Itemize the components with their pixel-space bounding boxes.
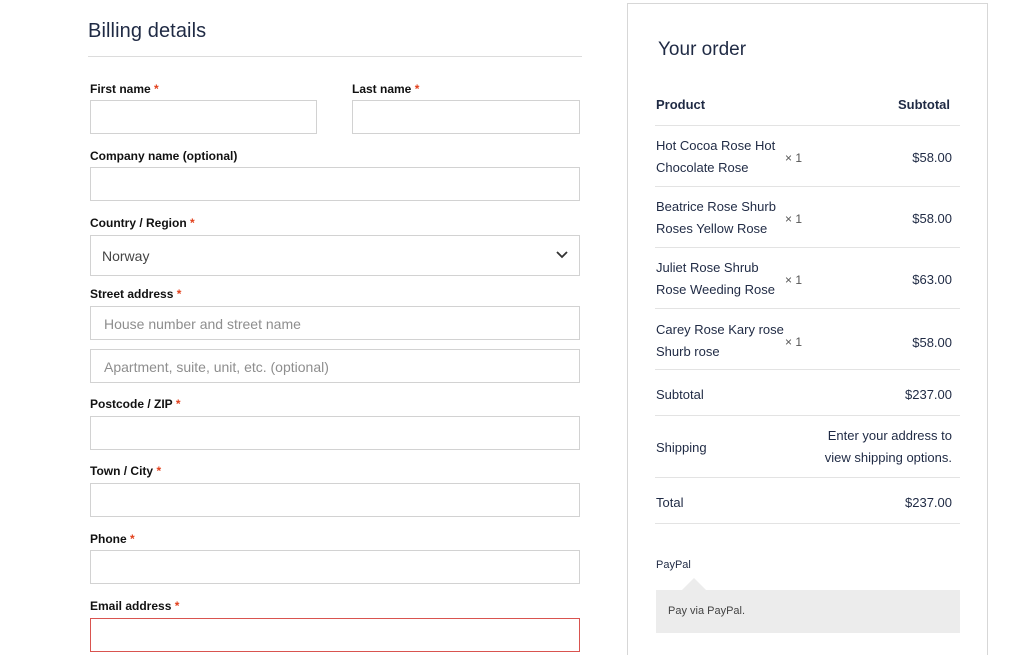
- product-subtotal: $58.00: [912, 211, 952, 226]
- divider: [88, 56, 582, 57]
- product-quantity: × 1: [785, 151, 803, 165]
- shipping-row: Shipping Enter your address to view ship…: [655, 416, 960, 478]
- street-address-2-field[interactable]: Apartment, suite, unit, etc. (optional): [90, 349, 580, 383]
- city-label: Town / City *: [90, 464, 161, 478]
- country-label: Country / Region *: [90, 216, 195, 230]
- last-name-label: Last name *: [352, 82, 419, 96]
- cart-subtotal-value: $237.00: [905, 387, 952, 402]
- email-label: Email address *: [90, 599, 179, 613]
- product-quantity: × 1: [785, 273, 803, 287]
- product-subtotal: $58.00: [912, 335, 952, 350]
- last-name-label-text: Last name: [352, 82, 412, 96]
- order-table-header: Product Subtotal: [655, 84, 960, 126]
- payment-box: Pay via PayPal.: [656, 590, 960, 633]
- required-marker: *: [130, 532, 135, 546]
- order-item-row: Beatrice Rose Shurb Roses Yellow Rose × …: [655, 187, 960, 248]
- first-name-label-text: First name: [90, 82, 151, 96]
- postcode-label: Postcode / ZIP *: [90, 397, 180, 411]
- country-select[interactable]: Norway: [90, 235, 580, 276]
- product-subtotal: $63.00: [912, 272, 952, 287]
- subtotal-column-header: Subtotal: [898, 97, 950, 112]
- street-address-field[interactable]: House number and street name: [90, 306, 580, 340]
- street-address-2-placeholder: Apartment, suite, unit, etc. (optional): [104, 359, 329, 375]
- payment-description: Pay via PayPal.: [668, 605, 746, 617]
- email-field[interactable]: [90, 618, 580, 652]
- email-label-text: Email address: [90, 599, 172, 613]
- product-name: Juliet Rose Shrub Rose Weeding Rose: [656, 260, 775, 297]
- payment-method-paypal[interactable]: PayPal: [656, 559, 691, 571]
- order-item-row: Juliet Rose Shrub Rose Weeding Rose × 1 …: [655, 248, 960, 309]
- city-label-text: Town / City: [90, 464, 154, 478]
- required-marker: *: [156, 464, 162, 478]
- product-name: Hot Cocoa Rose Hot Chocolate Rose: [656, 138, 776, 175]
- country-label-text: Country / Region: [90, 216, 187, 230]
- order-item-row: Hot Cocoa Rose Hot Chocolate Rose × 1 $5…: [655, 126, 960, 187]
- cart-subtotal-row: Subtotal $237.00: [655, 370, 960, 416]
- chevron-down-icon: [556, 251, 568, 259]
- order-total-label: Total: [656, 495, 684, 510]
- required-marker: *: [174, 599, 180, 613]
- product-name: Beatrice Rose Shurb Roses Yellow Rose: [656, 199, 776, 236]
- payment-box-pointer: [682, 578, 706, 590]
- billing-title: Billing details: [88, 20, 207, 42]
- required-marker: *: [190, 216, 195, 230]
- city-field[interactable]: [90, 483, 580, 517]
- company-label: Company name (optional): [90, 149, 238, 163]
- product-quantity: × 1: [785, 212, 803, 226]
- order-title: Your order: [658, 39, 747, 60]
- street-address-label: Street address *: [90, 287, 181, 301]
- street-address-label-text: Street address: [90, 287, 174, 301]
- phone-field[interactable]: [90, 550, 580, 584]
- country-select-value: Norway: [102, 248, 150, 264]
- product-subtotal: $58.00: [912, 150, 952, 165]
- phone-label: Phone *: [90, 532, 135, 546]
- postcode-field[interactable]: [90, 416, 580, 450]
- product-name: Carey Rose Kary rose Shurb rose: [656, 322, 784, 359]
- required-marker: *: [176, 287, 182, 301]
- required-marker: *: [154, 82, 159, 96]
- shipping-note: Enter your address to view shipping opti…: [824, 428, 952, 465]
- product-column-header: Product: [656, 97, 706, 112]
- required-marker: *: [414, 82, 420, 96]
- cart-subtotal-label: Subtotal: [656, 387, 704, 402]
- order-total-value: $237.00: [905, 495, 952, 510]
- phone-label-text: Phone: [90, 532, 127, 546]
- company-field[interactable]: [90, 167, 580, 201]
- order-total-row: Total $237.00: [655, 478, 960, 524]
- order-item-row: Carey Rose Kary rose Shurb rose × 1 $58.…: [655, 309, 960, 370]
- order-review-panel: Your order Product Subtotal Hot Cocoa Ro…: [627, 3, 988, 655]
- street-address-placeholder: House number and street name: [104, 316, 301, 332]
- first-name-field[interactable]: [90, 100, 317, 134]
- last-name-field[interactable]: [352, 100, 580, 134]
- shipping-label: Shipping: [656, 440, 707, 455]
- required-marker: *: [175, 397, 181, 411]
- product-quantity: × 1: [785, 335, 803, 349]
- first-name-label: First name *: [90, 82, 159, 96]
- postcode-label-text: Postcode / ZIP: [90, 397, 173, 411]
